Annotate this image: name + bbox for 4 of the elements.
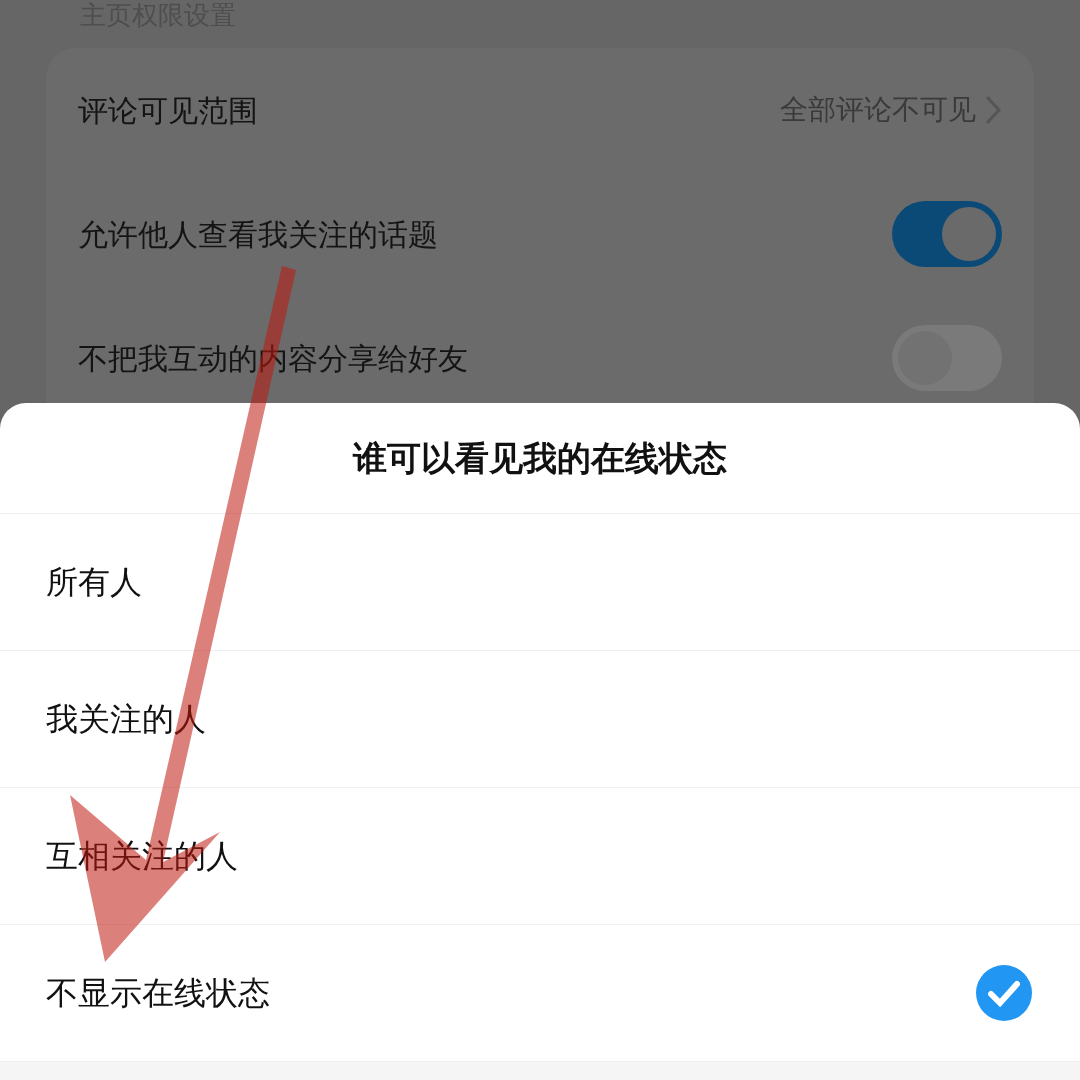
- setting-label: 允许他人查看我关注的话题: [78, 215, 438, 254]
- check-icon: [976, 965, 1032, 1021]
- setting-label: 评论可见范围: [78, 91, 258, 130]
- setting-label: 不把我互动的内容分享给好友: [78, 339, 468, 378]
